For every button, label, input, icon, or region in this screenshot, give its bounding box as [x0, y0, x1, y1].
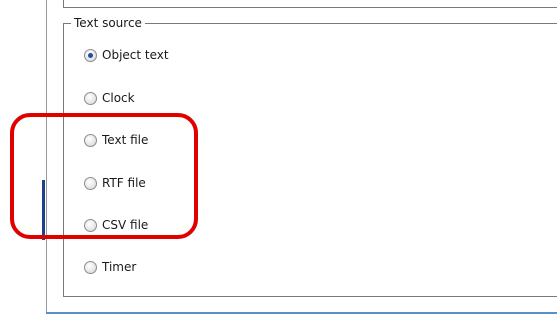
window-left-accent: [42, 180, 45, 240]
radio-label-object-text: Object text: [102, 48, 169, 62]
radio-csv-file[interactable]: CSV file: [84, 216, 148, 234]
radio-button-icon[interactable]: [84, 260, 97, 274]
radio-rtf-file[interactable]: RTF file: [84, 174, 146, 192]
radio-object-text[interactable]: Object text: [84, 46, 169, 64]
radio-label-timer: Timer: [102, 260, 137, 274]
previous-group-box-bottom: [63, 0, 557, 8]
text-source-group-box: [63, 23, 557, 297]
radio-button-icon[interactable]: [84, 48, 97, 62]
dialog-canvas: Text source Object text Clock Text file …: [0, 0, 557, 318]
radio-button-icon[interactable]: [84, 218, 97, 232]
radio-timer[interactable]: Timer: [84, 258, 136, 276]
radio-label-rtf-file: RTF file: [102, 176, 146, 190]
radio-label-csv-file: CSV file: [102, 218, 149, 232]
window-left-edge: [46, 0, 47, 312]
window-bottom-border: [46, 312, 557, 314]
radio-label-clock: Clock: [102, 91, 135, 105]
radio-clock[interactable]: Clock: [84, 89, 135, 107]
text-source-group-title: Text source: [71, 15, 145, 31]
radio-label-text-file: Text file: [102, 133, 149, 147]
radio-button-icon[interactable]: [84, 133, 97, 147]
radio-text-file[interactable]: Text file: [84, 131, 148, 149]
radio-button-icon[interactable]: [84, 91, 97, 105]
radio-button-icon[interactable]: [84, 176, 97, 190]
